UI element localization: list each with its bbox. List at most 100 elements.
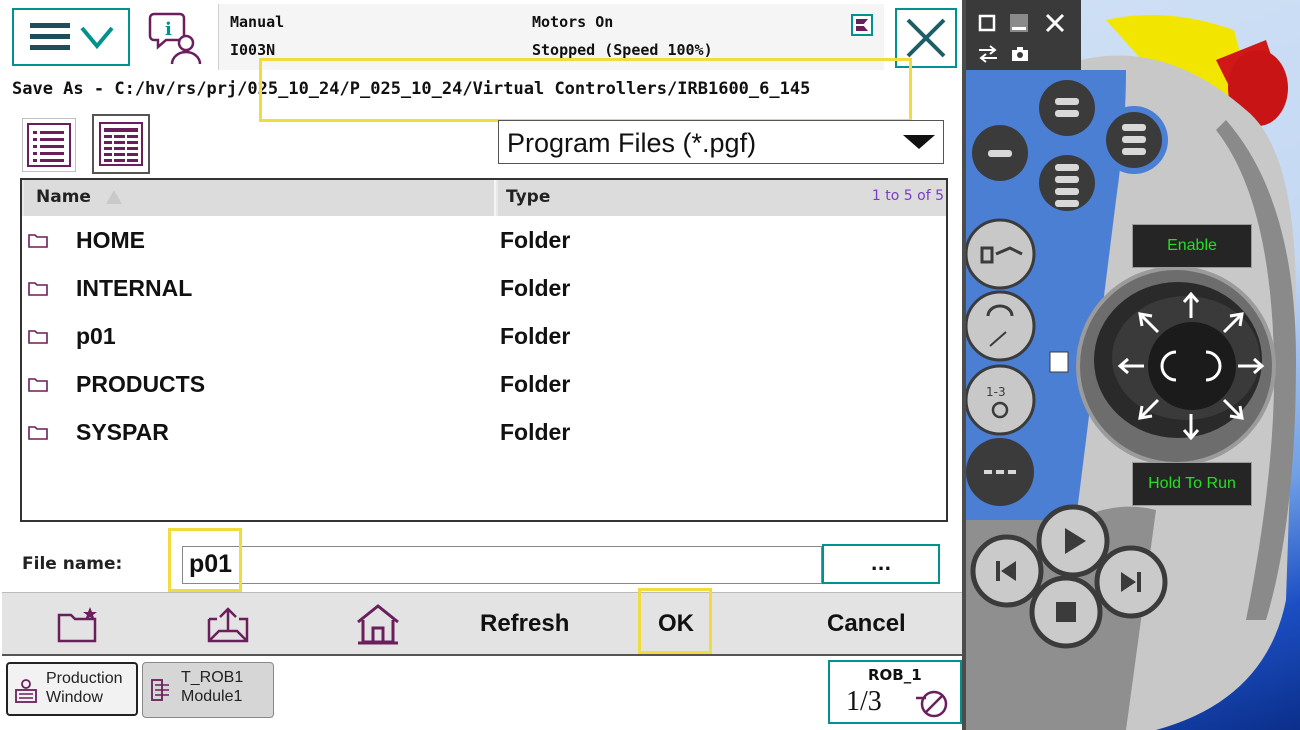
increment-button[interactable] [966,438,1034,506]
minimize-button[interactable] [1006,10,1032,36]
folder-up-button[interactable] [188,593,268,655]
axis-group-button[interactable] [966,366,1034,434]
file-type-cell: Folder [500,275,571,301]
new-folder-icon [57,607,97,643]
home-icon [357,604,399,645]
table-row[interactable]: HOME Folder [22,216,946,264]
close-icon [1045,13,1065,33]
enable-button[interactable]: Enable [1132,224,1252,268]
file-name-cell: HOME [76,227,145,253]
enable-button-label: Enable [1167,237,1217,254]
restore-button[interactable] [974,10,1000,36]
item-count-text: 1 to 5 of 5 [871,188,944,204]
production-window-label: Production Window [46,669,123,707]
pendant-window-controls [966,0,1081,70]
production-window-icon [15,679,37,703]
file-name-highlight-frame [168,528,242,592]
joystick[interactable] [1080,270,1272,462]
increment-text: 1/3 [846,686,882,717]
detail-view-icon [99,122,143,166]
program-editor-label: T_ROB1 Module1 [181,668,243,706]
flexpendant-screen: i Manual I003N Motors On Stopped (Speed … [0,0,966,730]
controller-name-text: I003N [230,41,276,59]
table-row[interactable]: p01 Folder [22,312,946,360]
file-name-cell: INTERNAL [76,275,193,301]
motion-mode-button[interactable] [966,292,1034,360]
file-type-filter-value: Program Files (*.pgf) [507,128,757,158]
production-window-label-line1: Production [46,670,123,687]
folder-up-icon [207,607,249,643]
list-view-button[interactable] [22,118,76,172]
minimize-icon [1010,14,1028,32]
screenshot-button[interactable] [1008,44,1032,64]
mechanical-unit-button[interactable] [966,220,1034,288]
browse-button[interactable]: ... [822,544,940,584]
command-bar: Refresh OK Cancel [2,592,962,656]
step-backward-button[interactable] [973,537,1041,605]
motors-state-text: Motors On [532,13,614,31]
name-column-header[interactable]: Name [24,180,496,216]
quick-button-4[interactable] [1033,149,1101,217]
program-editor-task[interactable]: T_ROB1 Module1 [142,662,274,718]
pendant-close-button[interactable] [1042,10,1068,36]
quick-button-3[interactable] [1100,106,1168,174]
refresh-button[interactable]: Refresh [468,593,598,655]
cancel-button[interactable]: Cancel [810,593,940,655]
hold-to-run-label: Hold To Run [1148,475,1236,492]
table-row[interactable]: PRODUCTS Folder [22,360,946,408]
abb-menu-button[interactable] [12,8,130,66]
cancel-button-label: Cancel [827,610,906,637]
program-state-text: Stopped (Speed 100%) [532,41,713,59]
program-editor-label-line1: T_ROB1 [181,669,244,686]
camera-icon [1012,47,1028,61]
folder-icon [28,282,48,296]
type-column-header[interactable]: Type 1 to 5 of 5 [498,180,946,216]
swap-hand-button[interactable] [976,44,1000,64]
file-type-cell: Folder [500,227,571,253]
program-editor-icon [151,679,169,701]
event-log-button[interactable]: i [148,8,212,68]
detail-view-button[interactable] [92,114,150,174]
quickset-button[interactable]: ROB_1 1/3 [828,660,962,724]
dropdown-arrow-icon [903,135,935,149]
production-window-task[interactable]: Production Window [6,662,138,716]
program-editor-label-line2: Module1 [181,688,243,705]
new-folder-button[interactable] [42,593,122,655]
file-name-cell: p01 [76,323,116,349]
step-forward-button[interactable] [1097,548,1165,616]
file-name-cell: PRODUCTS [76,371,206,397]
operating-mode-text: Manual [230,13,285,31]
mechanical-unit-text: ROB_1 [868,666,922,684]
flag-icon [851,14,873,36]
file-name-input[interactable]: p01 [182,546,822,584]
file-type-filter-dropdown[interactable]: Program Files (*.pgf) [498,120,944,164]
file-name-label: File name: [22,554,123,574]
home-button[interactable] [338,593,418,655]
info-person-icon: i [148,12,202,65]
file-type-cell: Folder [500,371,571,397]
table-header-row: Name Type 1 to 5 of 5 [22,180,946,216]
restore-icon [978,14,996,32]
file-type-cell: Folder [500,419,571,445]
ok-highlight-frame [638,588,712,654]
sort-ascending-icon [106,190,122,204]
browse-button-label: ... [870,554,892,575]
jog-mode-icon [916,690,948,718]
path-highlight-frame [259,58,912,122]
start-button[interactable] [1039,507,1107,575]
quick-button-1[interactable] [966,119,1034,187]
svg-text:i: i [165,19,172,40]
file-name-cell: SYSPAR [76,419,169,445]
table-row[interactable]: INTERNAL Folder [22,264,946,312]
quick-button-2[interactable] [1033,74,1101,142]
flexpendant-hardware: 1-3 Enable Hold To Run [966,0,1300,730]
taskbar: Production Window T_ROB1 Module1 ROB_1 1… [0,656,962,730]
table-row[interactable]: SYSPAR Folder [22,408,946,456]
name-column-label: Name [36,187,91,207]
list-view-icon [27,123,71,167]
hold-to-run-button[interactable]: Hold To Run [1132,462,1252,506]
folder-icon [28,426,48,440]
stop-button[interactable] [1032,578,1100,646]
folder-icon [28,378,48,392]
refresh-button-label: Refresh [480,610,570,637]
